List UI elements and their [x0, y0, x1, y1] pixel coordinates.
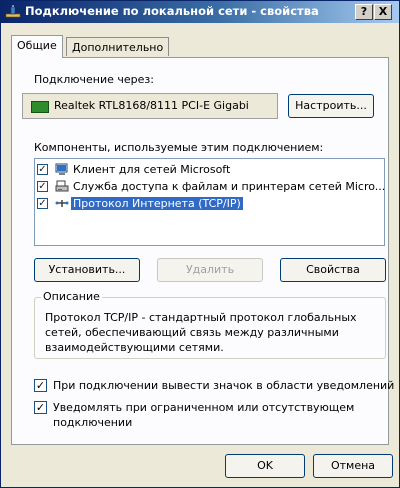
- connect-via-label: Подключение через:: [34, 73, 154, 86]
- tab-advanced[interactable]: Дополнительно: [66, 37, 170, 56]
- tcpip-protocol-icon: [55, 200, 69, 207]
- close-button[interactable]: X: [374, 4, 392, 20]
- properties-button[interactable]: Свойства: [280, 258, 386, 282]
- notify-checkbox[interactable]: ✓: [34, 401, 47, 414]
- description-group: Описание Протокол TCP/IP - стандартный п…: [34, 290, 386, 359]
- notify-label[interactable]: Уведомлять при ограниченном или отсутств…: [53, 400, 373, 430]
- list-item-tcpip[interactable]: ✓ Протокол Интернета (TCP/IP): [37, 196, 382, 213]
- show-icon-checkbox[interactable]: ✓: [34, 379, 47, 392]
- network-connection-icon: [5, 5, 21, 18]
- window-title: Подключение по локальной сети - свойства: [25, 4, 319, 18]
- components-list[interactable]: ✓ Клиент для сетей Microsoft ✓ Служба до…: [34, 158, 385, 246]
- network-card-icon: [31, 101, 49, 113]
- show-icon-label[interactable]: При подключении вывести значок в области…: [53, 378, 394, 393]
- list-item-client[interactable]: ✓ Клиент для сетей Microsoft: [37, 162, 382, 179]
- install-button[interactable]: Установить...: [34, 258, 140, 282]
- remove-button[interactable]: Удалить: [157, 258, 263, 282]
- item-label-file-sharing: Служба доступа к файлам и принтерам сете…: [73, 180, 385, 193]
- properties-dialog: Подключение по локальной сети - свойства…: [0, 0, 400, 488]
- list-item-file-sharing[interactable]: ✓ Служба доступа к файлам и принтерам се…: [37, 179, 385, 196]
- network-client-icon: [55, 163, 68, 175]
- checkbox-file-sharing[interactable]: ✓: [37, 181, 48, 192]
- adapter-field: Realtek RTL8168/8111 PCI-E Gigabi: [22, 93, 278, 119]
- help-button[interactable]: ?: [355, 4, 373, 20]
- adapter-name: Realtek RTL8168/8111 PCI-E Gigabi: [54, 99, 249, 112]
- title-bar[interactable]: Подключение по локальной сети - свойства…: [1, 1, 399, 23]
- item-label-tcpip: Протокол Интернета (TCP/IP): [71, 197, 243, 210]
- ok-button[interactable]: OK: [225, 454, 305, 478]
- file-printer-sharing-icon: [55, 180, 69, 192]
- tab-general[interactable]: Общие: [11, 35, 63, 58]
- cancel-button[interactable]: Отмена: [313, 454, 393, 478]
- description-text: Протокол TCP/IP - стандартный протокол г…: [45, 311, 357, 354]
- item-label-client: Клиент для сетей Microsoft: [73, 163, 231, 176]
- components-label: Компоненты, используемые этим подключени…: [34, 141, 324, 154]
- checkbox-tcpip[interactable]: ✓: [37, 198, 48, 209]
- configure-button[interactable]: Настроить...: [288, 94, 374, 118]
- description-legend: Описание: [41, 290, 102, 303]
- checkbox-client[interactable]: ✓: [37, 164, 48, 175]
